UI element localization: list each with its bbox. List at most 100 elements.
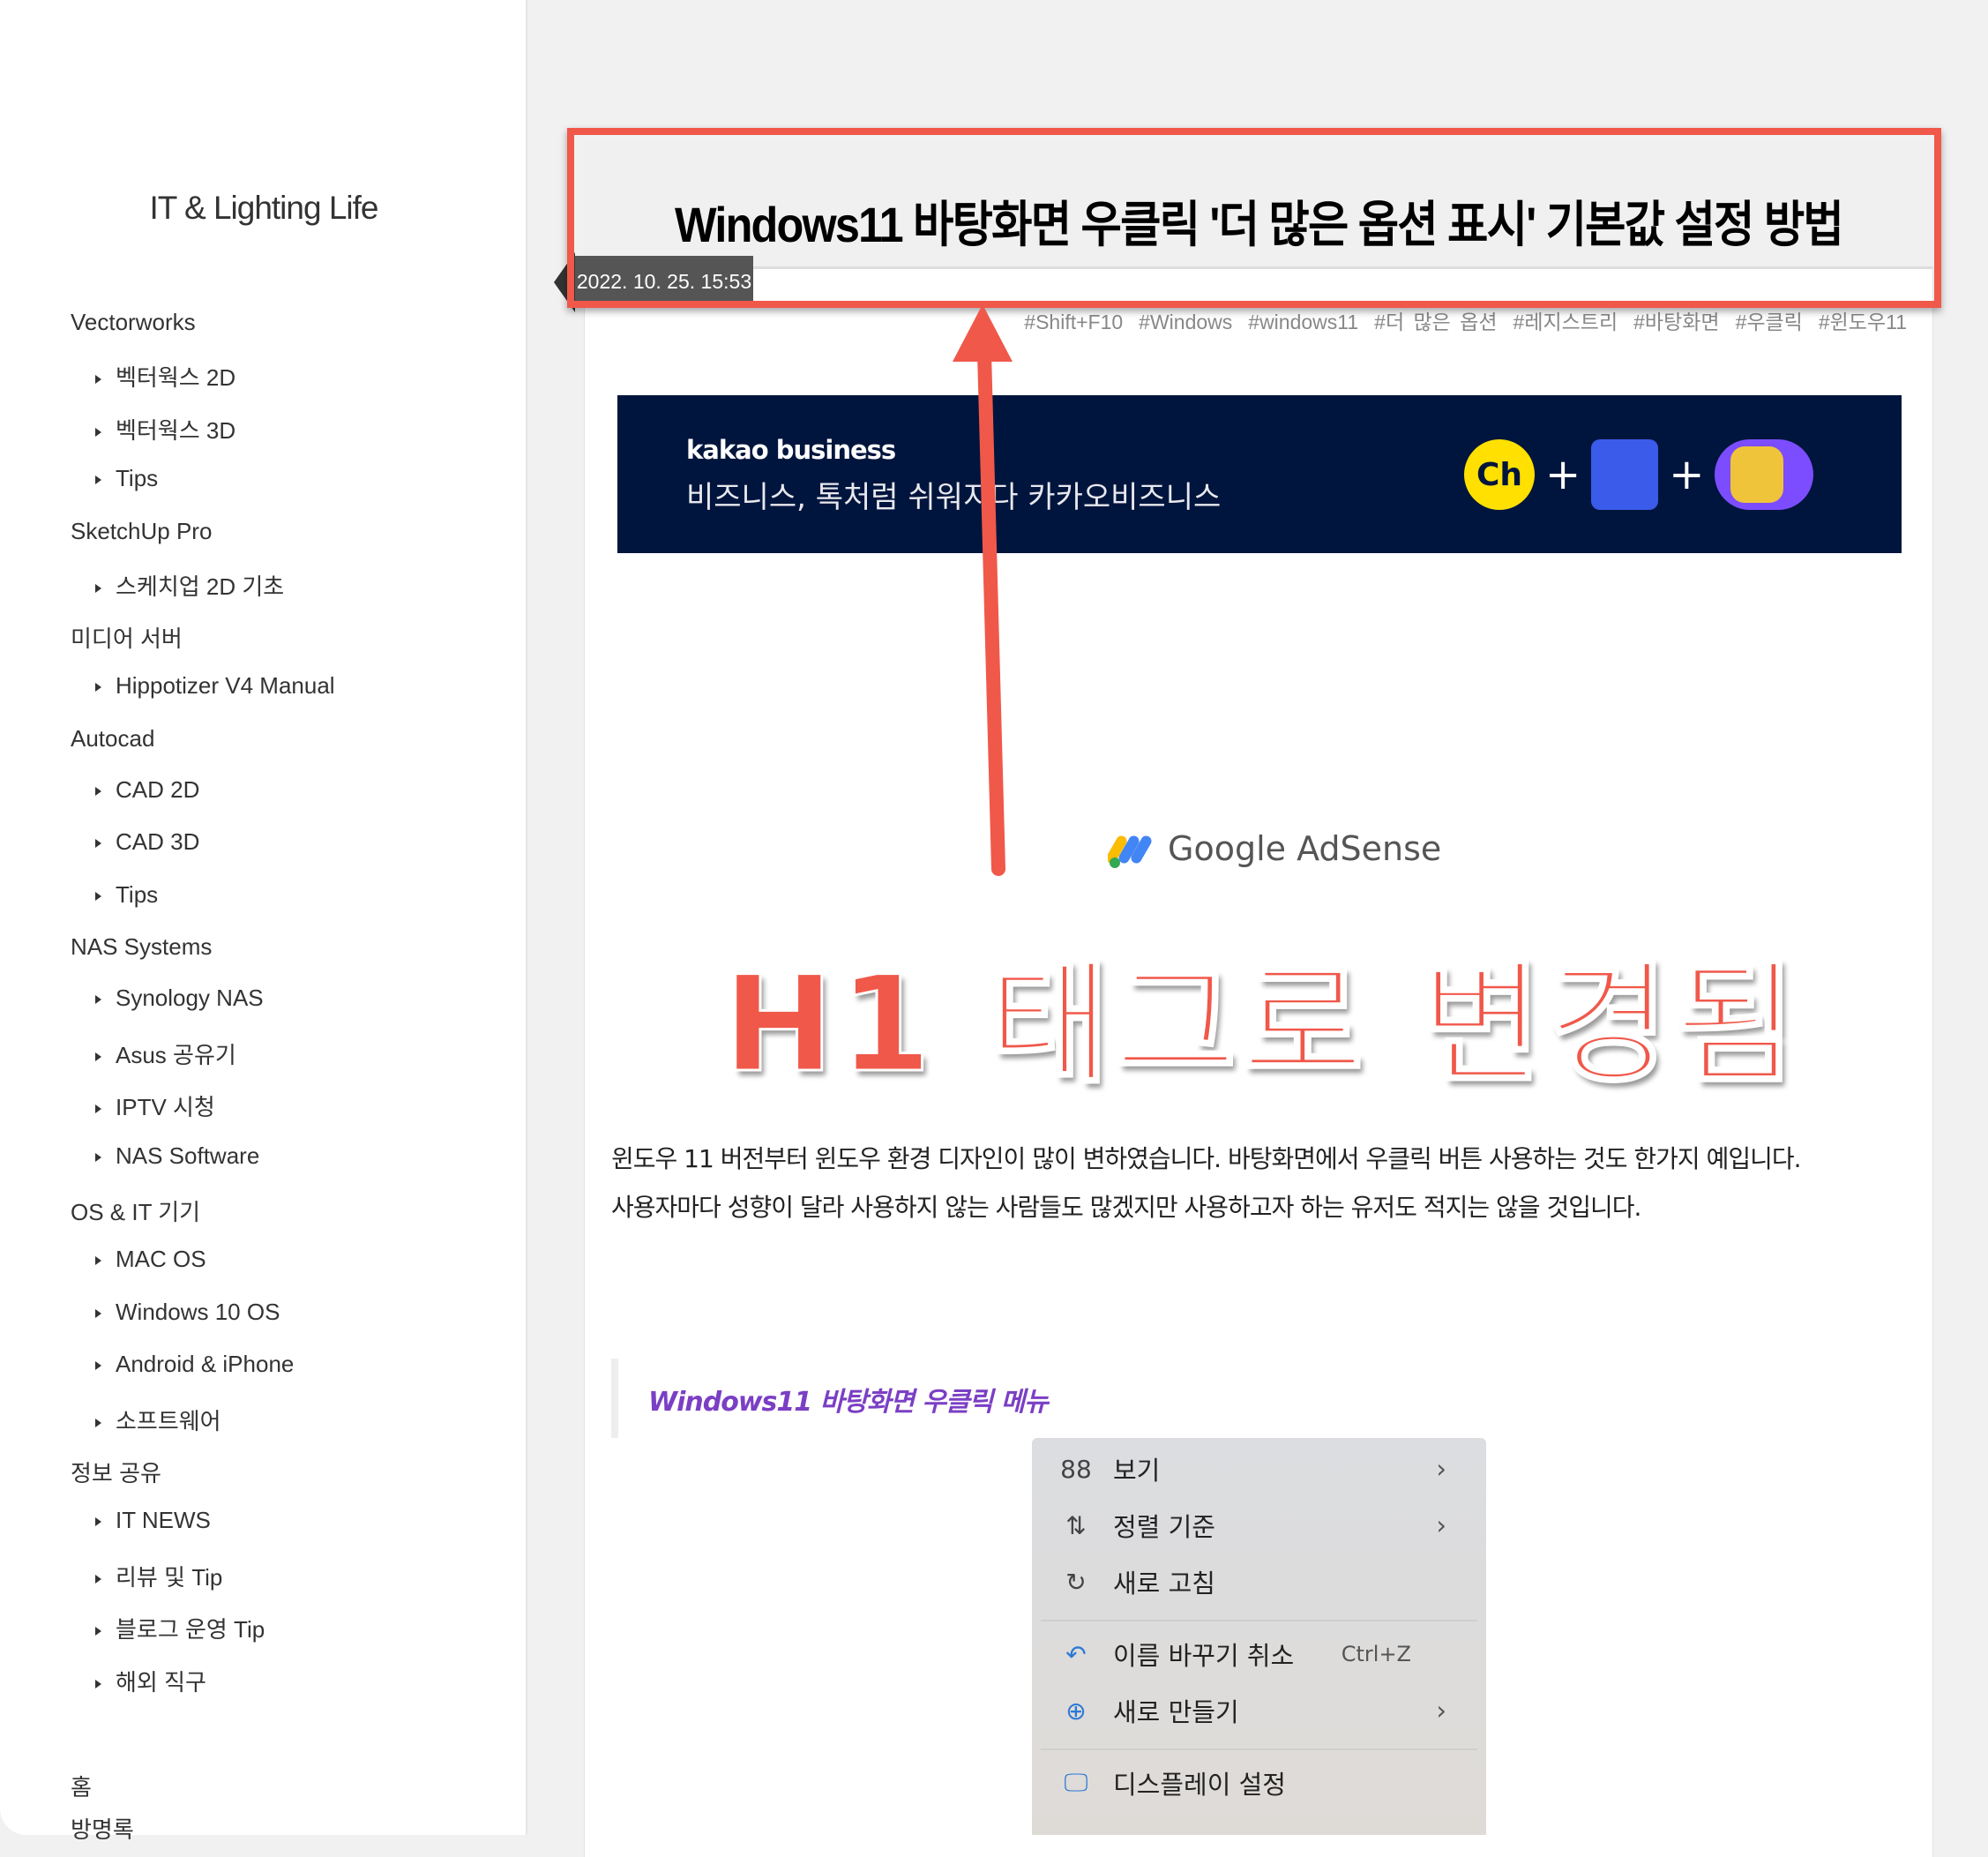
context-menu-item: 🖵 디스플레이 설정 <box>1058 1761 1473 1805</box>
google-adsense: Google AdSense <box>1108 829 1441 868</box>
caret-right-icon <box>95 475 101 485</box>
subcategory-item[interactable]: Asus 공유기 <box>95 1037 236 1070</box>
subcategory-item[interactable]: IT NEWS <box>95 1507 211 1534</box>
kakao-ad-banner[interactable]: kakao business 비즈니스, 톡처럼 쉬워지다 카카오비즈니스 Ch… <box>617 395 1902 553</box>
caret-right-icon <box>95 1517 101 1527</box>
subcategory-item[interactable]: Android & iPhone <box>95 1351 294 1378</box>
context-menu-item: 88 보기 › <box>1058 1447 1473 1491</box>
tag-link[interactable]: #Shift+F10 <box>1024 311 1123 333</box>
subcategory-label: 벡터웍스 2D <box>116 364 236 391</box>
subcategory-label: 블로그 운영 Tip <box>116 1616 265 1643</box>
menu-separator <box>1041 1748 1477 1750</box>
blockquote-text: Windows11 바탕화면 우클릭 메뉴 <box>648 1387 1049 1418</box>
subcategory-label: Tips <box>116 880 159 908</box>
new-icon: ⊕ <box>1065 1696 1087 1726</box>
megaphone-icon <box>1591 439 1659 510</box>
shortcut-label: Ctrl+Z <box>1341 1642 1411 1666</box>
subcategory-item[interactable]: Synology NAS <box>95 985 264 1012</box>
caret-right-icon <box>95 583 101 593</box>
tag-link[interactable]: #더 많은 옵션 <box>1374 311 1497 333</box>
tag-link[interactable]: #바탕화면 <box>1633 311 1719 333</box>
subcategory-item[interactable]: Tips <box>95 465 158 492</box>
highlight-box <box>567 128 1941 308</box>
caret-right-icon <box>95 1104 101 1114</box>
chevron-right-icon: › <box>1436 1510 1446 1540</box>
caret-right-icon <box>95 1418 101 1427</box>
subcategory-item[interactable]: Windows 10 OS <box>95 1299 280 1326</box>
subcategory-label: Tips <box>116 465 159 491</box>
tag-link[interactable]: #레지스트리 <box>1513 311 1618 333</box>
subcategory-item[interactable]: Tips <box>95 881 158 909</box>
subcategory-item[interactable]: IPTV 시청 <box>95 1089 215 1122</box>
annotation-text: H1 태그로 변경됨 <box>721 947 1802 1104</box>
undo-icon: ↶ <box>1065 1639 1087 1669</box>
subcategory-item[interactable]: CAD 2D <box>95 776 199 804</box>
profile-icon <box>1715 439 1814 510</box>
caret-right-icon <box>95 1574 101 1584</box>
ad-icons: Ch + + <box>1464 431 1814 519</box>
subcategory-item[interactable]: 리뷰 및 Tip <box>95 1560 222 1592</box>
subcategory-label: IPTV 시청 <box>116 1094 215 1120</box>
subcategory-label: 해외 직구 <box>116 1668 206 1696</box>
kakao-channel-icon: Ch <box>1464 439 1535 510</box>
subcategory-label: CAD 2D <box>116 775 200 803</box>
adsense-label: Google AdSense <box>1168 829 1442 868</box>
menu-separator <box>1041 1620 1477 1621</box>
subcategory-item[interactable]: 벡터웍스 3D <box>95 413 235 446</box>
caret-right-icon <box>95 1361 101 1371</box>
refresh-icon: ↻ <box>1065 1567 1087 1597</box>
caret-right-icon <box>95 375 101 385</box>
chevron-right-icon: › <box>1436 1696 1446 1726</box>
subcategory-item[interactable]: 스케치업 2D 기초 <box>95 569 284 602</box>
grid-icon: 88 <box>1060 1454 1092 1484</box>
kakao-business-logo: kakao business <box>686 435 896 465</box>
tag-link[interactable]: #우클릭 <box>1736 311 1803 333</box>
tag-link[interactable]: #windows11 <box>1248 311 1358 333</box>
subcategory-label: NAS Software <box>116 1142 260 1169</box>
chevron-right-icon: › <box>1436 1454 1446 1484</box>
subcategory-label: Synology NAS <box>116 985 264 1011</box>
subcategory-item[interactable]: MAC OS <box>95 1246 206 1273</box>
blog-title[interactable]: IT & Lighting Life <box>0 190 527 227</box>
subcategory-label: 소프트웨어 <box>116 1407 221 1434</box>
category-4[interactable]: NAS Systems <box>71 933 212 961</box>
channel-icon-text: Ch <box>1476 456 1523 493</box>
subcategory-item[interactable]: 블로그 운영 Tip <box>95 1612 265 1644</box>
subcategory-label: 리뷰 및 Tip <box>116 1563 223 1591</box>
body-paragraph: 사용자마다 성향이 달라 사용하지 않는 사람들도 많겠지만 사용하고자 하는 … <box>611 1193 1641 1222</box>
caret-right-icon <box>95 683 101 693</box>
category-0[interactable]: Vectorworks <box>71 309 196 336</box>
caret-right-icon <box>95 427 101 437</box>
subcategory-item[interactable]: 해외 직구 <box>95 1665 206 1697</box>
caret-right-icon <box>95 839 101 849</box>
subcategory-label: Hippotizer V4 Manual <box>116 672 335 699</box>
sidebar: IT & Lighting Life Vectorworks 벡터웍스 2D 벡터웍… <box>0 0 527 1843</box>
context-menu-item: ↻ 새로 고침 <box>1058 1560 1473 1604</box>
category-6[interactable]: 정보 공유 <box>71 1456 161 1488</box>
category-1[interactable]: SketchUp Pro <box>71 518 212 545</box>
caret-right-icon <box>95 1308 101 1318</box>
sidebar-link[interactable]: 홈 <box>71 1770 92 1802</box>
caret-right-icon <box>95 1256 101 1266</box>
subcategory-item[interactable]: Hippotizer V4 Manual <box>95 672 335 700</box>
tag-link[interactable]: #Windows <box>1139 311 1232 333</box>
tag-link[interactable]: #윈도우11 <box>1819 311 1907 333</box>
menu-item-label: 보기 <box>1113 1456 1161 1486</box>
subcategory-item[interactable]: 벡터웍스 2D <box>95 360 235 393</box>
subcategory-item[interactable]: 소프트웨어 <box>95 1404 221 1436</box>
context-menu-item: ⇅ 정렬 기준 › <box>1058 1503 1473 1547</box>
subcategory-item[interactable]: NAS Software <box>95 1142 259 1170</box>
subcategory-label: IT NEWS <box>116 1507 211 1533</box>
caret-right-icon <box>95 1052 101 1061</box>
context-menu-item: ⊕ 새로 만들기 › <box>1058 1689 1473 1733</box>
category-3[interactable]: Autocad <box>71 725 154 753</box>
category-5[interactable]: OS & IT 기기 <box>71 1194 200 1227</box>
ad-tagline: 비즈니스, 톡처럼 쉬워지다 카카오비즈니스 <box>686 480 1222 515</box>
context-menu-item: ↶ 이름 바꾸기 취소 Ctrl+Z <box>1058 1632 1473 1676</box>
subcategory-item[interactable]: CAD 3D <box>95 828 199 856</box>
caret-right-icon <box>95 1627 101 1636</box>
caret-right-icon <box>95 1152 101 1162</box>
sidebar-link[interactable]: 방명록 <box>71 1812 134 1845</box>
category-2[interactable]: 미디어 서버 <box>71 621 183 654</box>
plus-icon: + <box>1669 450 1705 499</box>
